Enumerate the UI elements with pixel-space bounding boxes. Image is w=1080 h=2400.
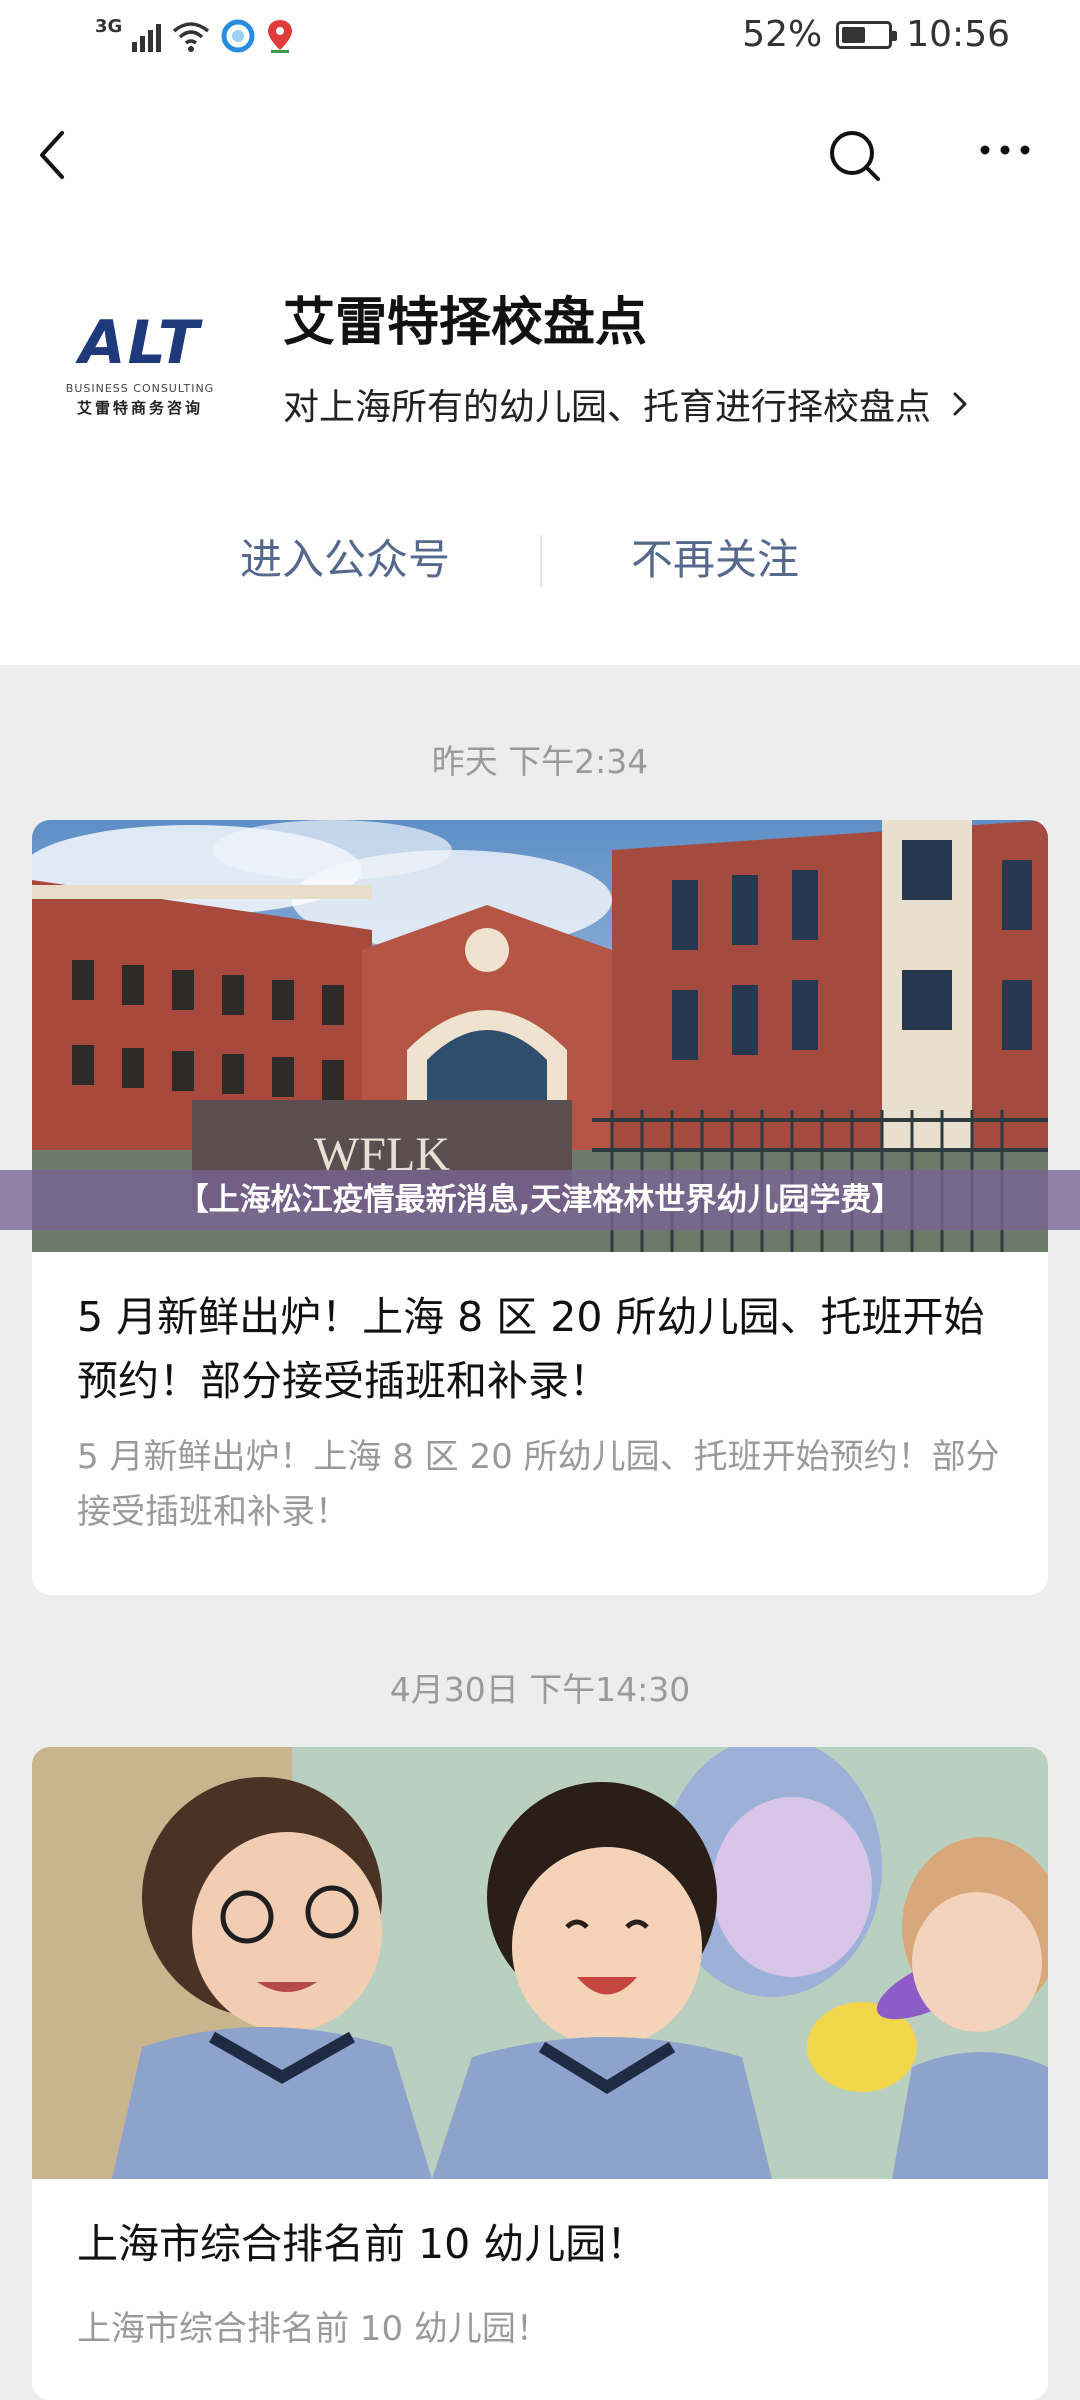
button-divider [540,535,542,587]
status-bar: 3G 52% 10:56 [0,0,1080,80]
enter-account-button[interactable]: 进入公众号 [160,520,530,600]
battery-percent: 52% [742,14,823,55]
app-notification-icon [221,19,255,53]
logo-subtitle-cn: 艾雷特商务咨询 [76,399,203,417]
signal-icon [132,20,162,52]
article-title: 5 月新鲜出炉！上海 8 区 20 所幼儿园、托班开始预约！部分接受插班和补录！ [77,1293,985,1405]
children-photo-illustration [32,1747,1048,2179]
wifi-icon [173,22,210,52]
message-timestamp: 4月30日 下午14:30 [389,1670,691,1709]
more-dots-icon [980,145,1030,155]
location-icon [268,20,293,53]
account-logo: ALT BUSINESS CONSULTING 艾雷特商务咨询 [55,310,225,420]
logo-mark: ALT [79,308,201,378]
account-name: 艾雷特择校盘点 [283,293,648,353]
more-button[interactable] [970,120,1040,180]
account-header: ALT BUSINESS CONSULTING 艾雷特商务咨询 艾雷特择校盘点 … [0,80,1080,665]
chevron-left-icon [40,131,64,179]
account-description-text: 对上海所有的幼儿园、托育进行择校盘点 [283,387,932,428]
article-digest: 上海市综合排名前 10 幼儿园！ [77,2309,550,2349]
network-type: 3G [95,15,123,37]
article-card[interactable]: 上海市综合排名前 10 幼儿园！ 上海市综合排名前 10 幼儿园！ [32,1747,1048,2400]
status-right: 52% 10:56 [742,14,1010,55]
battery-icon [836,20,898,49]
chevron-right-icon [953,392,967,416]
back-button[interactable] [30,115,80,195]
message-timestamp: 昨天 下午2:34 [431,742,649,781]
account-description[interactable]: 对上海所有的幼儿园、托育进行择校盘点 [283,378,975,430]
logo-subtitle-en: BUSINESS CONSULTING [65,382,215,395]
overlay-caption-banner: 【上海松江疫情最新消息,天津格林世界幼儿园学费】 [0,1170,1080,1230]
search-button[interactable] [820,115,890,195]
unfollow-button[interactable]: 不再关注 [555,520,875,600]
clock: 10:56 [906,14,1010,55]
battery-level [842,26,866,43]
status-left: 3G [95,15,295,54]
article-title: 上海市综合排名前 10 幼儿园！ [77,2220,648,2268]
article-digest: 5 月新鲜出炉！上海 8 区 20 所幼儿园、托班开始预约！部分接受插班和补录！ [77,1437,1000,1532]
search-icon [830,131,880,181]
article-cover-image [32,1747,1048,2179]
